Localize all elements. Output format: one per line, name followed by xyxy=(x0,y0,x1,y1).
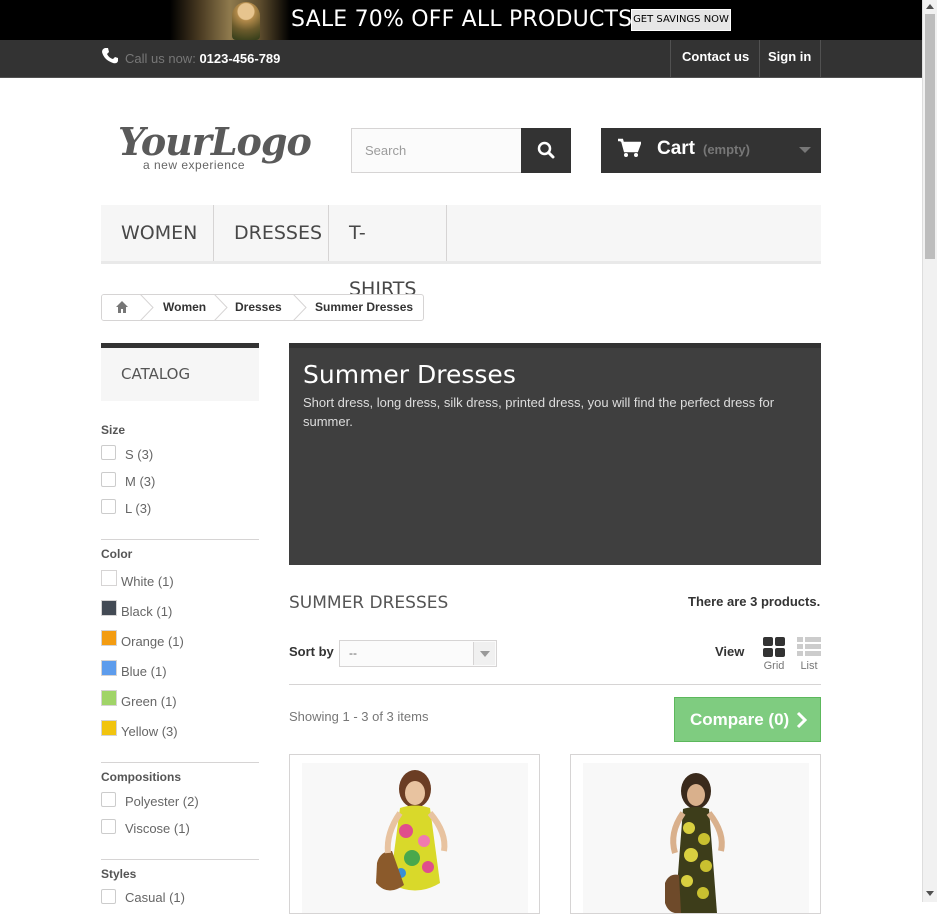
catalog-block-title: CATALOG xyxy=(101,343,259,401)
site-logo[interactable]: YourLogo a new experience xyxy=(118,118,312,178)
grid-view-button[interactable]: Grid xyxy=(762,636,786,672)
filter-label-casual[interactable]: Casual (1) xyxy=(125,890,185,905)
filter-label-black[interactable]: Black (1) xyxy=(121,604,172,619)
product-image[interactable] xyxy=(302,763,528,913)
divider xyxy=(101,539,259,540)
category-banner: Summer Dresses Short dress, long dress, … xyxy=(289,343,821,565)
home-icon xyxy=(116,301,128,313)
sort-label: Sort by xyxy=(289,644,334,659)
call-us-text: Call us now: 0123-456-789 xyxy=(125,51,281,66)
breadcrumb-separator xyxy=(140,295,154,320)
facet-title-styles: Styles xyxy=(101,867,137,881)
cart-label: Cart xyxy=(657,138,696,159)
cart-button[interactable]: Cart (empty) xyxy=(601,128,821,173)
color-swatch-orange[interactable] xyxy=(101,630,117,646)
facet-title-size: Size xyxy=(101,423,126,437)
get-savings-button[interactable]: GET SAVINGS NOW xyxy=(631,9,731,31)
chevron-down-icon xyxy=(473,642,495,665)
breadcrumb-separator xyxy=(214,295,228,320)
checkbox-size-l[interactable] xyxy=(101,499,116,514)
filter-label-white[interactable]: White (1) xyxy=(121,574,174,589)
color-swatch-blue[interactable] xyxy=(101,660,117,676)
checkbox-viscose[interactable] xyxy=(101,819,116,834)
vertical-scrollbar[interactable] xyxy=(922,0,937,902)
sort-value: -- xyxy=(349,646,357,660)
search-input[interactable] xyxy=(351,128,522,173)
product-count: There are 3 products. xyxy=(688,594,821,609)
chevron-down-icon xyxy=(799,147,811,153)
product-card[interactable] xyxy=(570,754,821,914)
view-label: View xyxy=(715,644,745,659)
filter-label-size-s[interactable]: S (3) xyxy=(125,447,153,462)
color-swatch-white[interactable] xyxy=(101,570,117,586)
facet-title-color: Color xyxy=(101,547,133,561)
breadcrumb-dresses[interactable]: Dresses xyxy=(235,295,282,320)
product-card[interactable] xyxy=(289,754,540,914)
phone-icon xyxy=(102,48,118,64)
showing-items-text: Showing 1 - 3 of 3 items xyxy=(289,709,429,724)
cart-icon xyxy=(618,138,641,157)
filter-label-yellow[interactable]: Yellow (3) xyxy=(121,724,178,739)
list-label: List xyxy=(800,660,818,672)
product-image[interactable] xyxy=(583,763,809,913)
breadcrumb-separator xyxy=(293,295,307,320)
menu-item-dresses[interactable]: DRESSES xyxy=(214,205,329,261)
sort-select[interactable]: -- xyxy=(339,640,497,667)
chevron-right-icon xyxy=(796,711,808,729)
phone-number: 0123-456-789 xyxy=(199,51,281,66)
grid-icon xyxy=(763,637,785,657)
divider xyxy=(101,859,259,860)
menu-item-tshirts[interactable]: T-SHIRTS xyxy=(329,205,447,300)
checkbox-polyester[interactable] xyxy=(101,792,116,807)
banner-model-image xyxy=(170,0,290,40)
list-icon xyxy=(797,637,821,656)
sign-in-link[interactable]: Sign in xyxy=(759,40,821,77)
divider xyxy=(289,684,821,685)
filter-label-size-l[interactable]: L (3) xyxy=(125,501,151,516)
logo-text: YourLogo xyxy=(118,119,312,164)
list-view-button[interactable]: List xyxy=(797,636,821,672)
promo-banner[interactable]: SALE 70% OFF ALL PRODUCTS GET SAVINGS NO… xyxy=(0,0,922,40)
breadcrumb-women[interactable]: Women xyxy=(163,295,206,320)
main-menu: WOMEN DRESSES T-SHIRTS xyxy=(101,205,821,300)
facet-title-compositions: Compositions xyxy=(101,770,181,784)
category-description: Short dress, long dress, silk dress, pri… xyxy=(303,395,775,429)
banner-sale-text: SALE 70% OFF ALL PRODUCTS xyxy=(291,7,633,32)
scroll-down-icon[interactable] xyxy=(926,891,934,896)
search-icon xyxy=(537,141,555,159)
breadcrumb-home[interactable] xyxy=(102,295,140,320)
filter-label-size-m[interactable]: M (3) xyxy=(125,474,155,489)
logo-tagline: a new experience xyxy=(143,158,246,172)
compare-button[interactable]: Compare (0) xyxy=(674,697,821,742)
grid-label: Grid xyxy=(763,660,785,672)
catalog-title: CATALOG xyxy=(121,365,191,383)
breadcrumb-current: Summer Dresses xyxy=(315,300,414,314)
cart-status: (empty) xyxy=(703,142,750,157)
scroll-up-icon[interactable] xyxy=(926,4,934,9)
breadcrumb: Women Dresses Summer Dresses xyxy=(101,294,424,321)
menu-item-women[interactable]: WOMEN xyxy=(101,205,214,261)
checkbox-size-s[interactable] xyxy=(101,445,116,460)
filter-label-orange[interactable]: Orange (1) xyxy=(121,634,184,649)
color-swatch-green[interactable] xyxy=(101,690,117,706)
filter-label-viscose[interactable]: Viscose (1) xyxy=(125,821,190,836)
checkbox-size-m[interactable] xyxy=(101,472,116,487)
scrollbar-thumb[interactable] xyxy=(925,14,935,259)
divider xyxy=(101,762,259,763)
color-swatch-black[interactable] xyxy=(101,600,117,616)
search-button[interactable] xyxy=(521,128,571,173)
filter-label-blue[interactable]: Blue (1) xyxy=(121,664,167,679)
color-swatch-yellow[interactable] xyxy=(101,720,117,736)
compare-label: Compare (0) xyxy=(690,710,790,729)
top-nav: Call us now: 0123-456-789 Contact us Sig… xyxy=(0,40,922,78)
contact-us-link[interactable]: Contact us xyxy=(670,40,760,77)
listing-heading: SUMMER DRESSES xyxy=(289,593,449,613)
filter-label-green[interactable]: Green (1) xyxy=(121,694,177,709)
category-title: Summer Dresses xyxy=(303,360,516,389)
filter-label-polyester[interactable]: Polyester (2) xyxy=(125,794,199,809)
